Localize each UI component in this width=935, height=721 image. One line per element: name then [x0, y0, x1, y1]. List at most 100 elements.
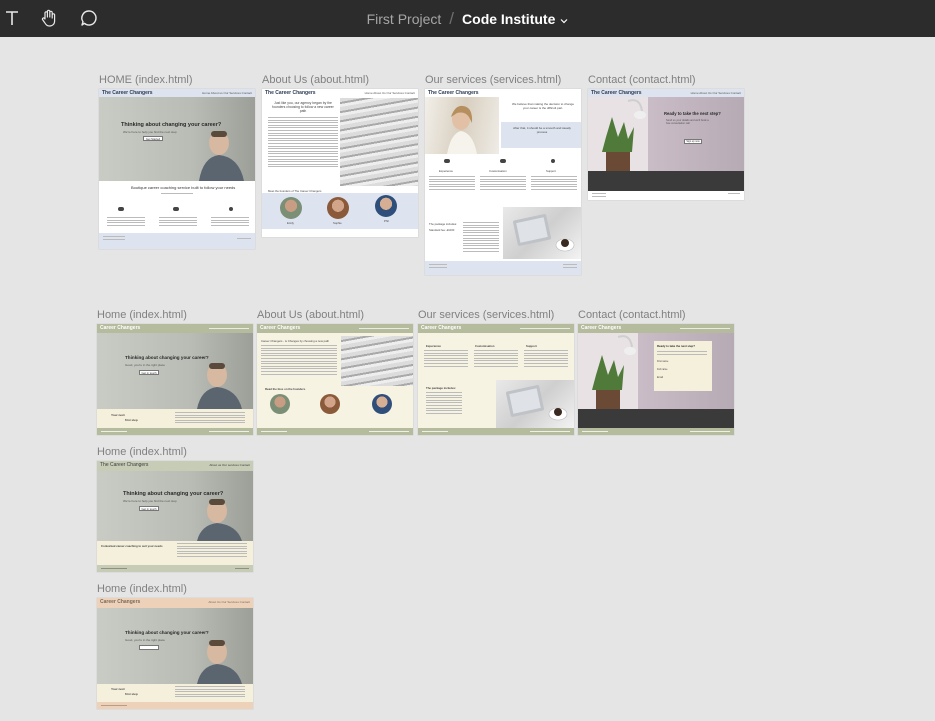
frame-r1-home[interactable]: The Career Changers Home About us Our Se… [99, 89, 255, 249]
avatar [280, 197, 302, 219]
project-name[interactable]: First Project [367, 11, 442, 27]
band-left-1: Your next [111, 413, 125, 417]
hero-subtitle: Good, you're in the right place [125, 363, 165, 367]
about-heading: Just like you, our agency began by the f… [272, 101, 334, 114]
frame-footer [257, 428, 413, 435]
frame-footer [588, 191, 744, 200]
desk-tablet-image [496, 380, 574, 428]
file-name[interactable]: Code Institute [462, 11, 555, 27]
frame-label-r1-about[interactable]: About Us (about.html) [262, 74, 369, 86]
frame-brand: Career Changers [100, 325, 141, 331]
frame-r4-home[interactable]: Career Changers About Us Our Services Co… [97, 598, 253, 709]
avatar [375, 195, 397, 217]
frame-r1-services[interactable]: The Career Changers We believe that maki… [425, 89, 581, 275]
breadcrumb: First Project / Code Institute [0, 0, 935, 37]
phone-icon [229, 207, 233, 211]
frame-r1-about[interactable]: The Career Changers Home About Us Our Se… [262, 89, 418, 237]
hero-cta-button: Get in touch [139, 370, 159, 375]
founder-name: Emily [287, 221, 294, 225]
phone-icon [551, 159, 555, 163]
frame-brand: Career Changers [421, 325, 462, 331]
hero-title: Thinking about changing your career? [125, 355, 209, 360]
frame-footer [578, 428, 734, 435]
frame-brand: The Career Changers [102, 90, 153, 96]
hero-cta-button [139, 645, 159, 650]
frame-nav-links: About Us Our Services Contact [208, 600, 250, 604]
form-field-label: First name [657, 360, 669, 363]
frame-label-r4-home[interactable]: Home (index.html) [97, 583, 187, 595]
frame-label-r3-home[interactable]: Home (index.html) [97, 446, 187, 458]
frame-label-r2-contact[interactable]: Contact (contact.html) [578, 309, 686, 321]
hero-title: Thinking about changing your career? [125, 630, 209, 635]
feature-title: Experience [426, 344, 441, 348]
stairs-image [340, 98, 418, 186]
feature-title: Customisation [475, 344, 495, 348]
form-field-label: Full name [657, 368, 668, 371]
avatar [372, 394, 392, 414]
frame-r3-home[interactable]: The Career Changers About us Our service… [97, 461, 253, 572]
section-title: Boutique career coaching service built t… [131, 185, 236, 190]
frame-nav: The Career Changers About us Our service… [97, 461, 253, 471]
frame-r1-contact[interactable]: The Career Changers Home About Us Our Se… [588, 89, 744, 200]
founders-title: Read the bios on the founders [265, 387, 306, 391]
band-left-2: first step [125, 692, 138, 696]
frame-nav: Career Changers About Us Our Services Co… [97, 598, 253, 608]
top-toolbar: First Project / Code Institute [0, 0, 935, 37]
frame-footer [425, 261, 581, 275]
contact-subtitle: Send us your details and we'll book a fr… [666, 119, 709, 126]
frame-brand: Career Changers [260, 325, 301, 331]
hero-image: Thinking about changing your career? Goo… [97, 333, 253, 409]
feature-title: Experience [439, 169, 453, 173]
office-image: Ready to take the next step? First name … [578, 333, 734, 428]
package-price: Standard fee: £1000 [429, 228, 455, 232]
avatar [270, 394, 290, 414]
hero-title: Thinking about changing your career? [123, 491, 224, 497]
frame-brand: The Career Changers [265, 90, 316, 96]
frame-nav: Career Changers [257, 324, 413, 333]
feature-title: Customisation [489, 169, 507, 173]
frame-label-r2-services[interactable]: Our services (services.html) [418, 309, 554, 321]
section-title: Contextual career coaching to suit your … [101, 544, 163, 548]
frame-r2-about[interactable]: Career Changers Career Changers - is Cha… [257, 324, 413, 435]
founder-name: Sophie [333, 221, 342, 225]
hero-title: Thinking about changing your career? [121, 122, 222, 128]
frame-label-r1-home[interactable]: HOME (index.html) [99, 74, 193, 86]
frame-nav: Career Changers [418, 324, 574, 333]
avatar [327, 197, 349, 219]
frame-r2-services[interactable]: Career Changers Experience Customisation… [418, 324, 574, 435]
frame-brand: The Career Changers [591, 90, 642, 96]
frame-footer [97, 565, 253, 572]
band-left-1: Your next [111, 687, 125, 691]
feature-title: Support [526, 344, 537, 348]
people-icon [500, 159, 506, 163]
hero-cta-button: Get in touch [139, 506, 159, 511]
frame-footer [418, 428, 574, 435]
package-title: The package includes: [429, 222, 457, 226]
hero-image: Thinking about changing your career? We'… [97, 471, 253, 541]
avatar [320, 394, 340, 414]
contact-title: Ready to take the next step? [664, 111, 721, 116]
band-left-2: first step [125, 418, 138, 422]
about-heading: Career Changers - is Changes by choosing… [261, 339, 330, 343]
design-canvas[interactable]: HOME (index.html) The Career Changers Ho… [0, 37, 935, 721]
people-icon [173, 207, 179, 211]
stairs-image [341, 336, 413, 386]
frame-label-r2-about[interactable]: About Us (about.html) [257, 309, 364, 321]
frame-footer [99, 233, 255, 249]
frame-nav-links: Home About Us Our Services Contact [364, 91, 415, 95]
founder-name: Phil [384, 219, 389, 223]
phone-woman-image [425, 97, 499, 154]
frame-r2-home[interactable]: Career Changers Thinking about changing … [97, 324, 253, 435]
frame-r2-contact[interactable]: Career Changers Ready to take the next s… [578, 324, 734, 435]
contact-title: Ready to take the next step? [657, 344, 695, 348]
hero-subtitle: We're here to help you find the next ste… [123, 130, 177, 134]
frame-footer [97, 428, 253, 435]
frame-brand: The Career Changers [100, 462, 149, 468]
frame-label-r1-contact[interactable]: Contact (contact.html) [588, 74, 696, 86]
frame-footer [262, 229, 418, 237]
frame-label-r2-home[interactable]: Home (index.html) [97, 309, 187, 321]
chevron-down-icon[interactable] [560, 11, 568, 27]
hero-image: Thinking about changing your career? We'… [99, 97, 255, 181]
frame-brand: Career Changers [581, 325, 622, 331]
frame-label-r1-services[interactable]: Our services (services.html) [425, 74, 561, 86]
